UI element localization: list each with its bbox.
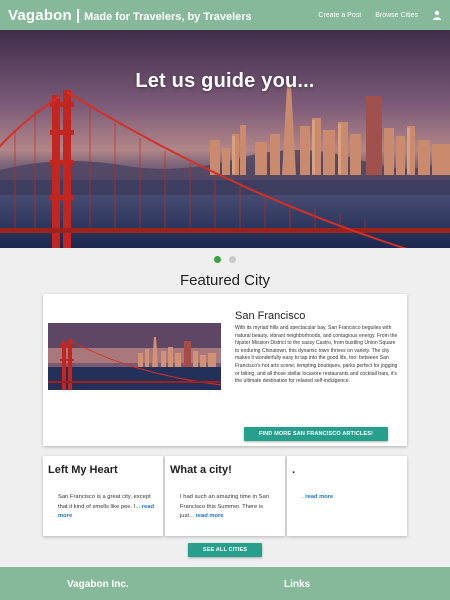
brand-tagline: Made for Travelers, by Travelers	[84, 10, 252, 23]
article-excerpt-text: I had such an amazing time in San Franci…	[180, 494, 269, 519]
footer: Vagabon Inc. Links	[0, 567, 450, 600]
featured-city-name[interactable]: San Francisco	[235, 310, 305, 322]
carousel-indicators	[0, 256, 450, 263]
article-excerpt: . read more	[302, 493, 400, 503]
person-icon[interactable]	[432, 10, 442, 20]
article-card[interactable]: Left My Heart San Francisco is a great c…	[43, 456, 163, 536]
article-card[interactable]: . . read more	[287, 456, 407, 536]
read-more-link[interactable]: read more	[195, 513, 223, 519]
nav-create-post-link[interactable]: Create a Post	[318, 12, 361, 19]
find-more-articles-button[interactable]: Find more San Francisco articles!	[244, 427, 388, 441]
golden-gate-skyline-image	[0, 30, 450, 248]
featured-section-title: Featured City	[179, 272, 271, 289]
hero-banner: Let us guide you...	[0, 30, 450, 248]
nav-links: Create a Post Browse Cities	[304, 10, 442, 20]
brand-separator: |	[75, 6, 81, 24]
article-title[interactable]: Left My Heart	[48, 464, 118, 476]
brand[interactable]: Vagabon | Made for Travelers, by Travele…	[8, 7, 252, 24]
article-excerpt: I had such an amazing time in San Franci…	[180, 493, 278, 522]
article-card[interactable]: What a city! I had such an amazing time …	[165, 456, 285, 536]
article-excerpt-text: .	[302, 494, 304, 500]
read-more-link[interactable]: read more	[305, 494, 333, 500]
featured-city-image	[48, 323, 221, 390]
carousel-dot-1[interactable]	[214, 256, 221, 263]
featured-city-card: San Francisco With its myriad hills and …	[43, 294, 407, 446]
footer-company-name: Vagabon Inc.	[67, 579, 129, 590]
featured-city-description: With its myriad hills and spectacular ba…	[235, 325, 398, 385]
article-title[interactable]: What a city!	[170, 464, 232, 476]
footer-links-heading: Links	[284, 579, 311, 590]
nav-browse-cities-link[interactable]: Browse Cities	[375, 12, 418, 19]
article-title[interactable]: .	[292, 464, 295, 476]
see-all-cities-button[interactable]: See all cities	[188, 543, 262, 557]
top-navbar: Vagabon | Made for Travelers, by Travele…	[0, 0, 450, 30]
article-excerpt: San Francisco is a great city, except th…	[58, 493, 156, 522]
hero-headline: Let us guide you...	[135, 70, 315, 92]
brand-name[interactable]: Vagabon	[8, 7, 72, 24]
carousel-dot-2[interactable]	[229, 256, 236, 263]
article-excerpt-text: San Francisco is a great city, except th…	[58, 494, 151, 510]
